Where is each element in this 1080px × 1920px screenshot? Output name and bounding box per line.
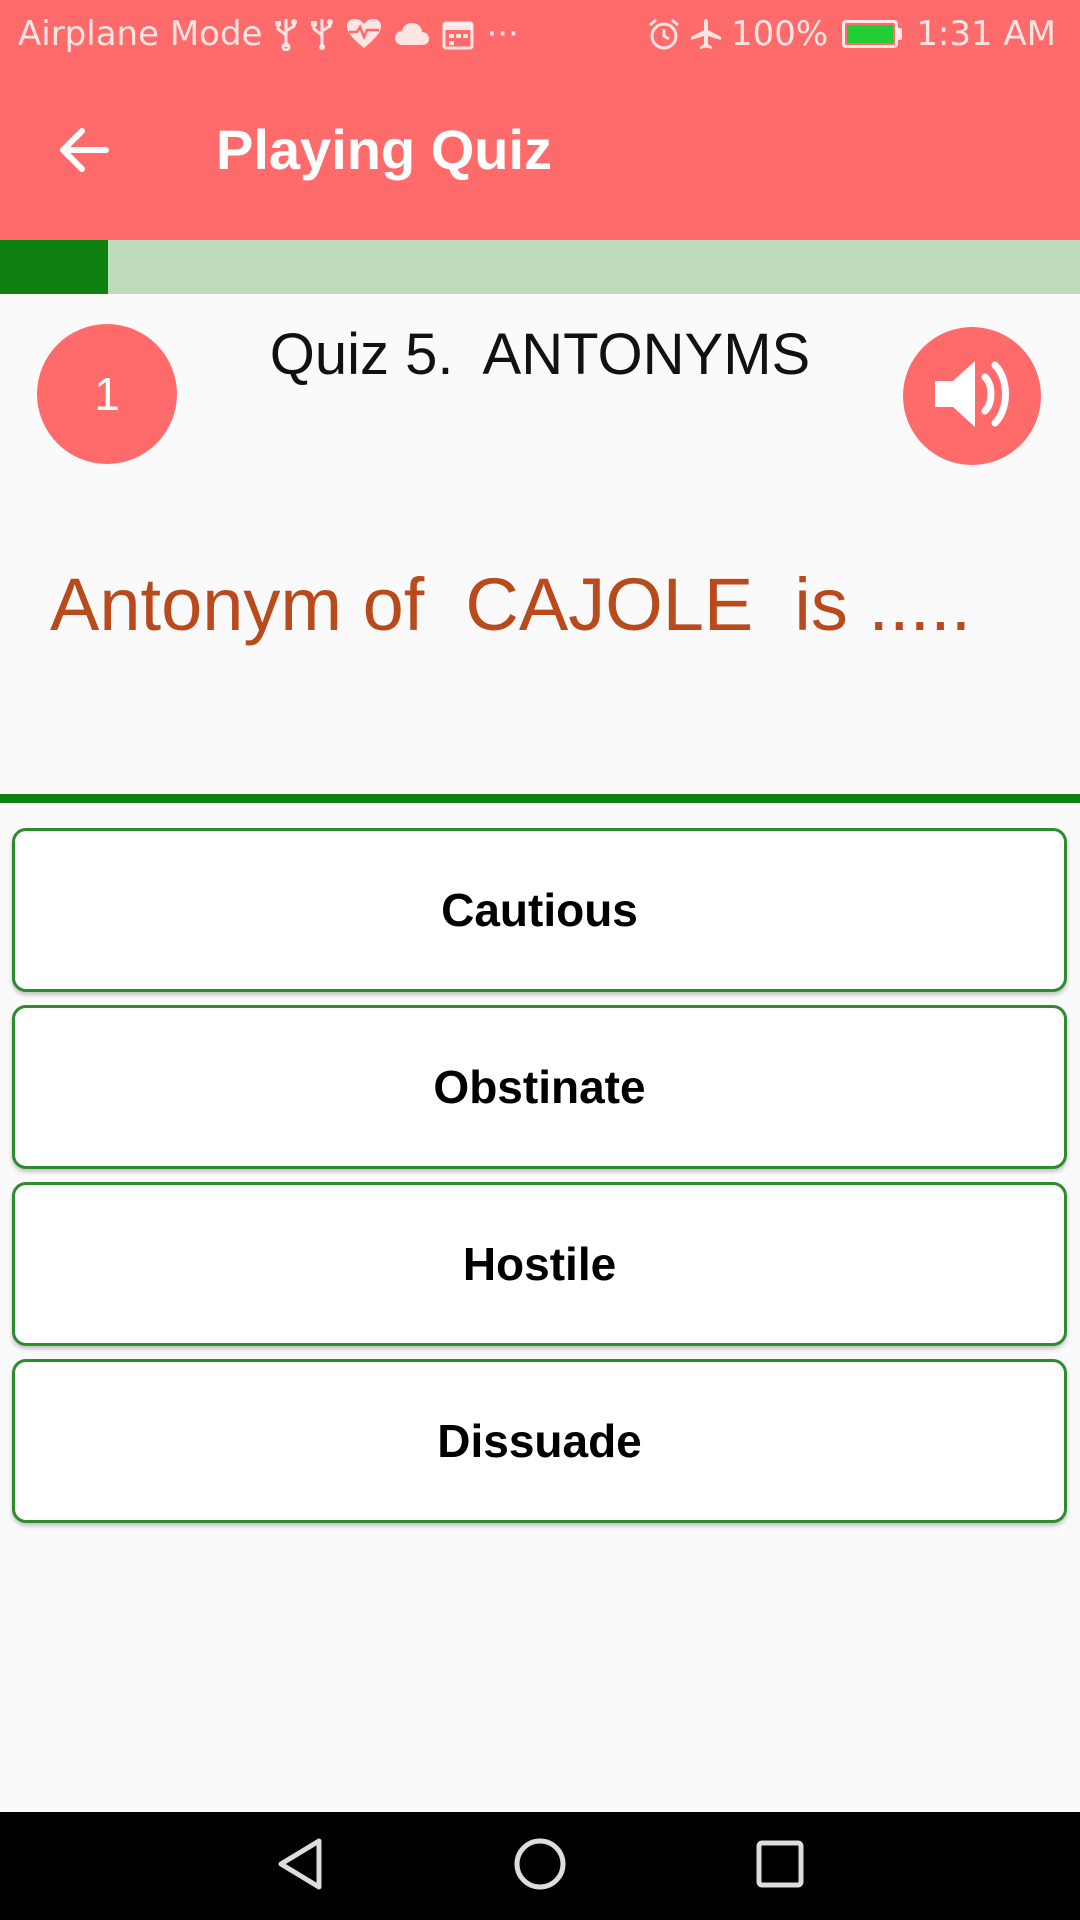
page-title: Playing Quiz xyxy=(216,118,553,181)
clock: 1:31 AM xyxy=(916,14,1056,54)
system-nav-bar xyxy=(0,1812,1080,1920)
back-triangle-icon xyxy=(275,1837,325,1896)
status-left: Airplane Mode ··· xyxy=(18,14,519,54)
battery-icon xyxy=(842,20,903,48)
airplane-mode-label: Airplane Mode xyxy=(18,14,263,54)
option-label: Hostile xyxy=(462,1238,617,1290)
option-button[interactable]: Dissuade xyxy=(12,1359,1067,1523)
quiz-title: Quiz 5. ANTONYMS xyxy=(269,322,811,387)
nav-recents-button[interactable] xyxy=(748,1834,812,1898)
airplane-icon xyxy=(689,17,723,51)
app-header: Airplane Mode ··· 100% 1:31 AM Playing Q… xyxy=(0,0,1080,240)
option-label: Dissuade xyxy=(437,1415,642,1467)
answer-options: Cautious Obstinate Hostile Dissuade xyxy=(12,828,1067,1536)
quiz-progress-fill xyxy=(0,240,108,294)
nav-home-button[interactable] xyxy=(508,1834,572,1898)
arrow-back-icon xyxy=(56,126,112,179)
back-button[interactable] xyxy=(40,108,128,196)
sound-button[interactable] xyxy=(903,327,1041,465)
divider xyxy=(0,794,1080,803)
nav-back-button[interactable] xyxy=(268,1834,332,1898)
quiz-progress-bar xyxy=(0,240,1080,294)
more-notifications-icon: ··· xyxy=(486,14,519,54)
option-label: Cautious xyxy=(441,884,638,936)
question-text: Antonym of CAJOLE is ..... xyxy=(50,563,972,646)
home-circle-icon xyxy=(513,1837,567,1896)
option-label: Obstinate xyxy=(433,1061,646,1113)
calendar-icon xyxy=(442,18,474,50)
option-button[interactable]: Cautious xyxy=(12,828,1067,992)
question-number-badge: 1 xyxy=(37,324,177,464)
option-button[interactable]: Hostile xyxy=(12,1182,1067,1346)
cloud-icon xyxy=(394,21,430,47)
battery-percent: 100% xyxy=(731,14,829,54)
status-bar: Airplane Mode ··· 100% 1:31 AM xyxy=(0,0,1080,72)
usb-icon xyxy=(310,17,334,51)
recents-square-icon xyxy=(755,1839,805,1894)
volume-icon xyxy=(927,349,1017,444)
status-right: 100% 1:31 AM xyxy=(647,14,1056,54)
app-bar: Playing Quiz xyxy=(0,72,1080,240)
option-button[interactable]: Obstinate xyxy=(12,1005,1067,1169)
usb-icon xyxy=(274,17,298,51)
alarm-icon xyxy=(647,17,681,51)
heart-monitor-icon xyxy=(346,18,382,50)
